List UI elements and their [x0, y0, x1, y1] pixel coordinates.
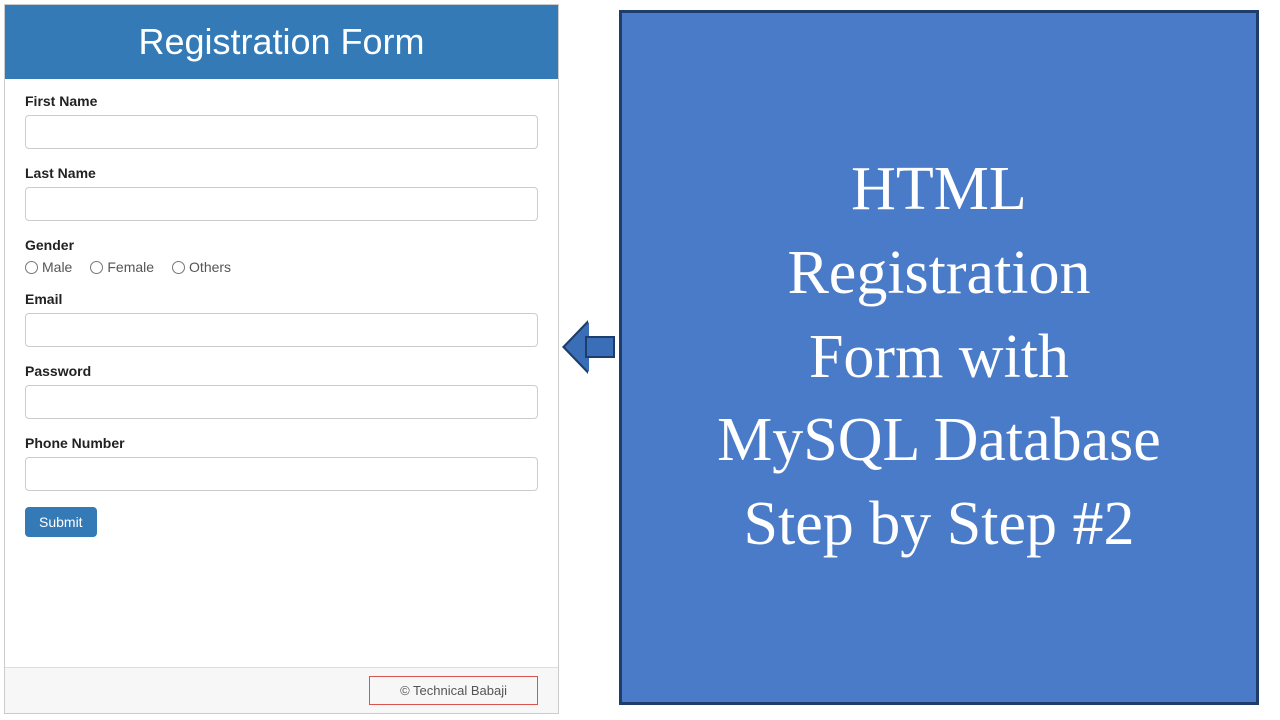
password-input[interactable]: [25, 385, 538, 419]
email-group: Email: [25, 291, 538, 347]
form-panel: Registration Form First Name Last Name G…: [4, 4, 559, 714]
gender-female-radio[interactable]: [90, 261, 103, 274]
password-group: Password: [25, 363, 538, 419]
gender-male-option[interactable]: Male: [25, 259, 72, 275]
phone-input[interactable]: [25, 457, 538, 491]
form-title: Registration Form: [5, 5, 558, 79]
phone-label: Phone Number: [25, 435, 538, 451]
email-input[interactable]: [25, 313, 538, 347]
slide-title: HTML Registration Form with MySQL Databa…: [717, 148, 1161, 566]
gender-female-option[interactable]: Female: [90, 259, 154, 275]
gender-others-radio[interactable]: [172, 261, 185, 274]
gender-group: Gender Male Female Others: [25, 237, 538, 275]
gender-male-label: Male: [42, 259, 72, 275]
gender-male-radio[interactable]: [25, 261, 38, 274]
gender-female-label: Female: [107, 259, 154, 275]
footer: © Technical Babaji: [5, 667, 558, 713]
first-name-group: First Name: [25, 93, 538, 149]
last-name-input[interactable]: [25, 187, 538, 221]
gender-others-label: Others: [189, 259, 231, 275]
email-label: Email: [25, 291, 538, 307]
first-name-label: First Name: [25, 93, 538, 109]
gender-others-option[interactable]: Others: [172, 259, 231, 275]
submit-button[interactable]: Submit: [25, 507, 97, 537]
gender-radio-row: Male Female Others: [25, 259, 538, 275]
gender-label: Gender: [25, 237, 538, 253]
copyright-text: © Technical Babaji: [369, 676, 538, 705]
slide-panel: HTML Registration Form with MySQL Databa…: [619, 10, 1259, 705]
last-name-group: Last Name: [25, 165, 538, 221]
arrow-left-icon: [565, 320, 615, 374]
last-name-label: Last Name: [25, 165, 538, 181]
phone-group: Phone Number: [25, 435, 538, 491]
password-label: Password: [25, 363, 538, 379]
first-name-input[interactable]: [25, 115, 538, 149]
form-body: First Name Last Name Gender Male Female: [5, 79, 558, 667]
